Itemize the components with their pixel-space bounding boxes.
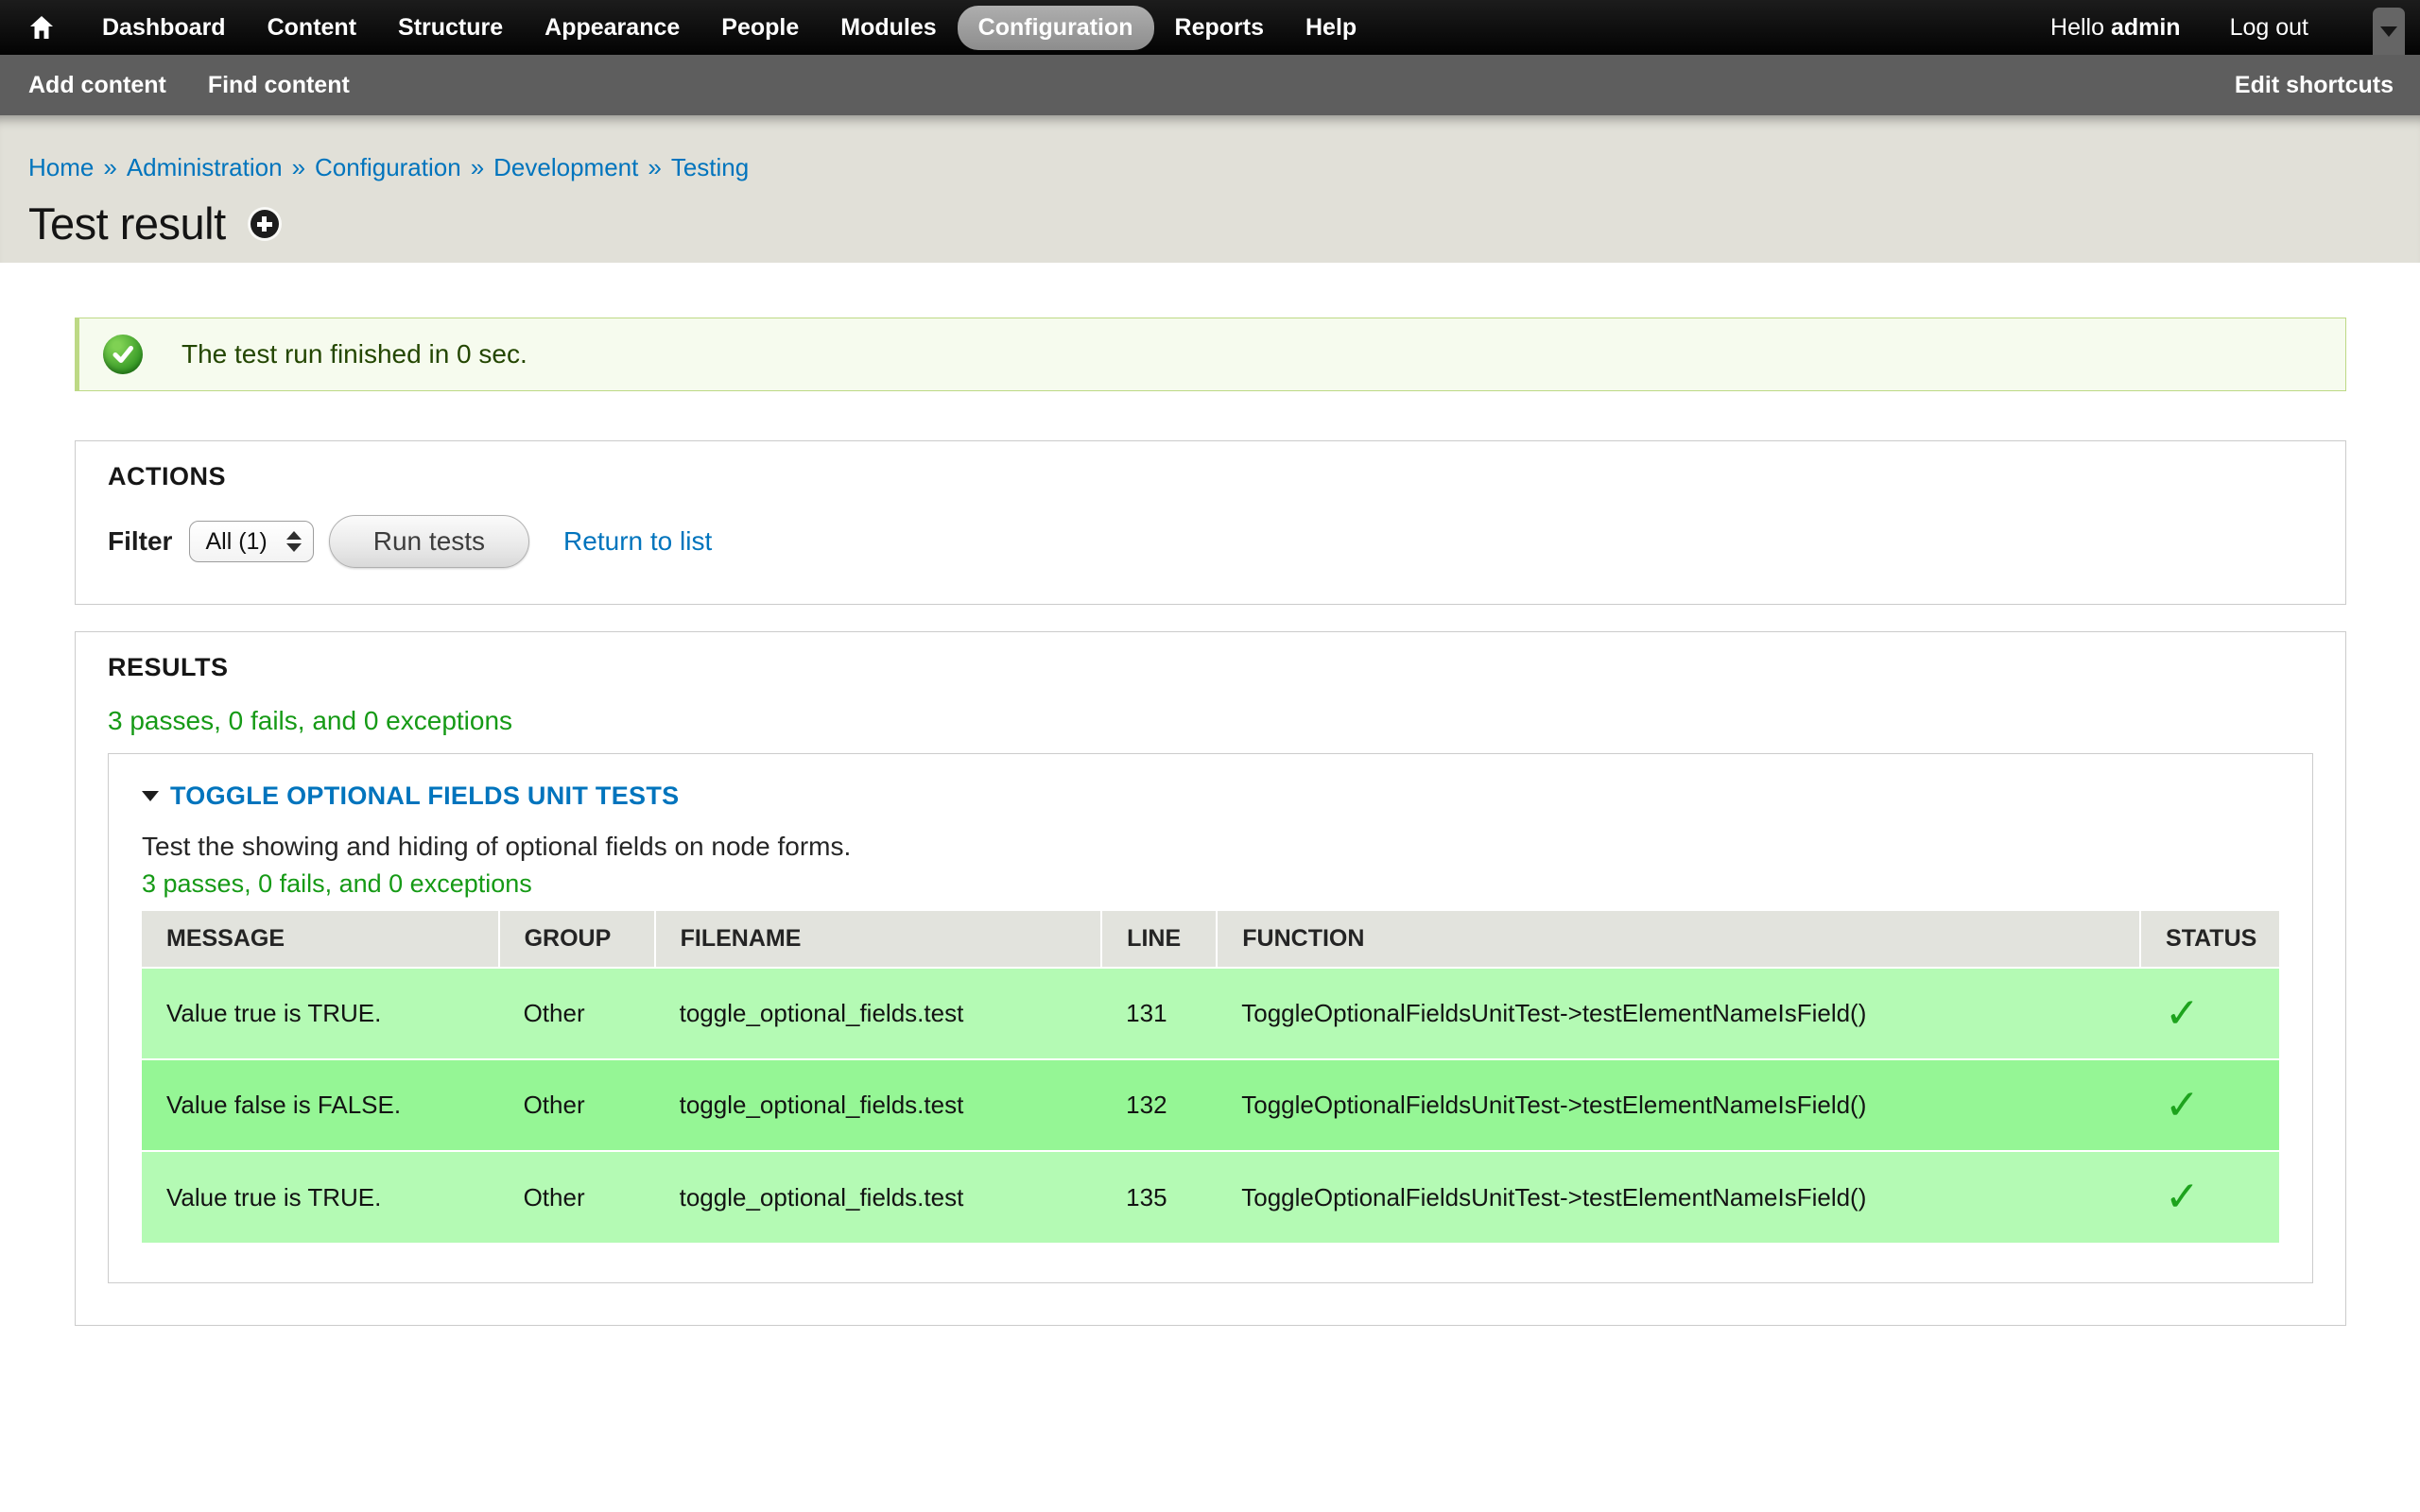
menu-item-configuration[interactable]: Configuration — [958, 6, 1154, 50]
home-link[interactable] — [28, 14, 55, 41]
table-row: Value true is TRUE. Other toggle_optiona… — [142, 1151, 2279, 1243]
edit-shortcuts-link[interactable]: Edit shortcuts — [2235, 72, 2394, 99]
shortcut-find-content[interactable]: Find content — [208, 72, 350, 99]
cell-line: 132 — [1101, 1059, 1217, 1151]
filter-select-value: All (1) — [205, 528, 267, 556]
success-check-icon — [103, 335, 143, 374]
results-summary: 3 passes, 0 fails, and 0 exceptions — [108, 706, 2313, 736]
username: admin — [2111, 14, 2181, 41]
shortcut-add-content[interactable]: Add content — [28, 72, 166, 99]
cell-line: 135 — [1101, 1151, 1217, 1243]
toolbar-toggle-button[interactable] — [2373, 8, 2405, 55]
col-header-group: GROUP — [499, 911, 655, 968]
logout-link[interactable]: Log out — [2230, 14, 2308, 42]
breadcrumb-separator: » — [648, 153, 661, 181]
cell-group: Other — [499, 1151, 655, 1243]
status-message-text: The test run finished in 0 sec. — [182, 339, 527, 369]
chevron-down-icon — [2380, 26, 2397, 37]
results-legend: RESULTS — [108, 653, 2313, 681]
cell-group: Other — [499, 1059, 655, 1151]
page-header: Home » Administration » Configuration » Develo… — [0, 115, 2420, 263]
cell-status: ✓ — [2140, 1151, 2279, 1243]
cell-function: ToggleOptionalFieldsUnitTest->testElemen… — [1217, 1151, 2140, 1243]
table-header-row: MESSAGE GROUP FILENAME LINE FUNCTION STA… — [142, 911, 2279, 968]
col-header-function: FUNCTION — [1217, 911, 2140, 968]
col-header-filename: FILENAME — [655, 911, 1102, 968]
home-icon — [28, 14, 55, 41]
test-group-summary: 3 passes, 0 fails, and 0 exceptions — [142, 869, 2279, 898]
col-header-message: MESSAGE — [142, 911, 499, 968]
page-title: Test result — [28, 197, 226, 251]
menu-item-people[interactable]: People — [700, 6, 820, 50]
table-row: Value false is FALSE. Other toggle_optio… — [142, 1059, 2279, 1151]
menu-item-appearance[interactable]: Appearance — [524, 6, 700, 50]
filter-label: Filter — [108, 526, 172, 557]
breadcrumb-separator: » — [103, 153, 116, 181]
add-shortcut-plus-icon[interactable] — [251, 210, 279, 238]
test-group-title-link[interactable]: TOGGLE OPTIONAL FIELDS UNIT TESTS — [170, 781, 679, 811]
breadcrumb-home[interactable]: Home — [28, 153, 94, 181]
test-group-header[interactable]: TOGGLE OPTIONAL FIELDS UNIT TESTS — [142, 781, 2279, 811]
cell-message: Value true is TRUE. — [142, 968, 499, 1059]
table-row: Value true is TRUE. Other toggle_optiona… — [142, 968, 2279, 1059]
results-fieldset: RESULTS 3 passes, 0 fails, and 0 excepti… — [75, 631, 2346, 1326]
breadcrumb-administration[interactable]: Administration — [127, 153, 283, 181]
run-tests-button[interactable]: Run tests — [329, 515, 529, 568]
cell-function: ToggleOptionalFieldsUnitTest->testElemen… — [1217, 1059, 2140, 1151]
cell-line: 131 — [1101, 968, 1217, 1059]
menu-item-modules[interactable]: Modules — [820, 6, 957, 50]
cell-function: ToggleOptionalFieldsUnitTest->testElemen… — [1217, 968, 2140, 1059]
actions-fieldset: ACTIONS Filter All (1) Run tests Return … — [75, 440, 2346, 605]
breadcrumb: Home » Administration » Configuration » Develo… — [28, 153, 2392, 181]
cell-message: Value true is TRUE. — [142, 1151, 499, 1243]
breadcrumb-development[interactable]: Development — [493, 153, 638, 181]
menu-item-dashboard[interactable]: Dashboard — [81, 6, 247, 50]
menu-item-content[interactable]: Content — [247, 6, 377, 50]
filter-select[interactable]: All (1) — [189, 521, 313, 562]
breadcrumb-separator: » — [471, 153, 484, 181]
test-group-description: Test the showing and hiding of optional … — [142, 832, 2279, 862]
cell-group: Other — [499, 968, 655, 1059]
test-results-table: MESSAGE GROUP FILENAME LINE FUNCTION STA… — [142, 911, 2279, 1243]
return-to-list-link[interactable]: Return to list — [563, 526, 712, 557]
cell-status: ✓ — [2140, 1059, 2279, 1151]
col-header-line: LINE — [1101, 911, 1217, 968]
col-header-status: STATUS — [2140, 911, 2279, 968]
shortcuts-bar: Add content Find content Edit shortcuts — [0, 55, 2420, 115]
menu-item-help[interactable]: Help — [1285, 6, 1377, 50]
main-content: The test run finished in 0 sec. ACTIONS … — [0, 318, 2420, 1439]
breadcrumb-testing[interactable]: Testing — [671, 153, 749, 181]
breadcrumb-separator: » — [292, 153, 305, 181]
cell-filename: toggle_optional_fields.test — [655, 968, 1102, 1059]
collapse-arrow-icon — [142, 791, 159, 801]
menu-item-reports[interactable]: Reports — [1154, 6, 1285, 50]
status-message: The test run finished in 0 sec. — [75, 318, 2346, 391]
admin-menu: Dashboard Content Structure Appearance P… — [81, 6, 1377, 50]
admin-toolbar: Dashboard Content Structure Appearance P… — [0, 0, 2420, 55]
filter-row: Filter All (1) Run tests Return to list — [108, 515, 2313, 568]
breadcrumb-configuration[interactable]: Configuration — [315, 153, 461, 181]
pass-check-icon: ✓ — [2165, 990, 2200, 1037]
pass-check-icon: ✓ — [2165, 1174, 2200, 1220]
cell-filename: toggle_optional_fields.test — [655, 1059, 1102, 1151]
test-group-fieldset: TOGGLE OPTIONAL FIELDS UNIT TESTS Test t… — [108, 753, 2313, 1283]
cell-message: Value false is FALSE. — [142, 1059, 499, 1151]
user-greeting: Hello admin — [2050, 14, 2181, 42]
pass-check-icon: ✓ — [2165, 1082, 2200, 1128]
menu-item-structure[interactable]: Structure — [377, 6, 524, 50]
cell-filename: toggle_optional_fields.test — [655, 1151, 1102, 1243]
cell-status: ✓ — [2140, 968, 2279, 1059]
actions-legend: ACTIONS — [108, 462, 2313, 490]
select-spinner-icon — [286, 531, 302, 552]
